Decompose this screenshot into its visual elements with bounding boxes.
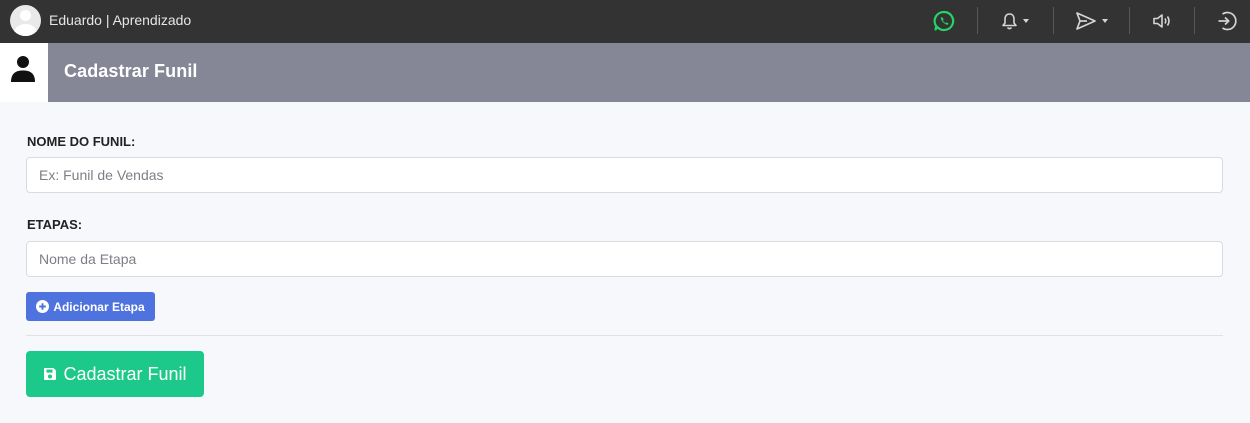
add-stage-label: Adicionar Etapa bbox=[53, 299, 145, 314]
separator bbox=[977, 7, 978, 34]
whatsapp-icon[interactable] bbox=[933, 8, 955, 34]
separator bbox=[1053, 7, 1054, 34]
funnel-name-input[interactable] bbox=[26, 157, 1223, 193]
save-icon bbox=[44, 368, 57, 380]
save-funnel-label: Cadastrar Funil bbox=[63, 363, 187, 384]
save-funnel-button[interactable]: Cadastrar Funil bbox=[26, 351, 204, 397]
send-icon[interactable] bbox=[1075, 8, 1108, 34]
user-icon bbox=[11, 56, 35, 82]
separator bbox=[1194, 7, 1195, 34]
user-name[interactable]: Eduardo | Aprendizado bbox=[49, 12, 191, 28]
avatar[interactable] bbox=[10, 5, 41, 36]
top-navbar: Eduardo | Aprendizado bbox=[0, 0, 1250, 43]
divider bbox=[26, 335, 1223, 336]
speaker-icon[interactable] bbox=[1152, 8, 1174, 34]
page-title: Cadastrar Funil bbox=[64, 61, 198, 81]
add-stage-button[interactable]: Adicionar Etapa bbox=[26, 292, 155, 321]
separator bbox=[1129, 7, 1130, 34]
bell-icon[interactable] bbox=[1001, 8, 1029, 34]
chevron-down-icon bbox=[1102, 19, 1108, 23]
user-icon-box bbox=[0, 43, 48, 102]
funnel-name-label: NOME DO FUNIL: bbox=[27, 134, 136, 149]
sign-in-icon[interactable] bbox=[1216, 8, 1238, 34]
page-header: Cadastrar Funil bbox=[0, 43, 1250, 102]
title-bar: Cadastrar Funil bbox=[48, 43, 1250, 102]
chevron-down-icon bbox=[1023, 19, 1029, 23]
stages-label: ETAPAS: bbox=[27, 217, 83, 232]
plus-circle-icon bbox=[36, 300, 50, 313]
stage-name-input[interactable] bbox=[26, 241, 1223, 277]
